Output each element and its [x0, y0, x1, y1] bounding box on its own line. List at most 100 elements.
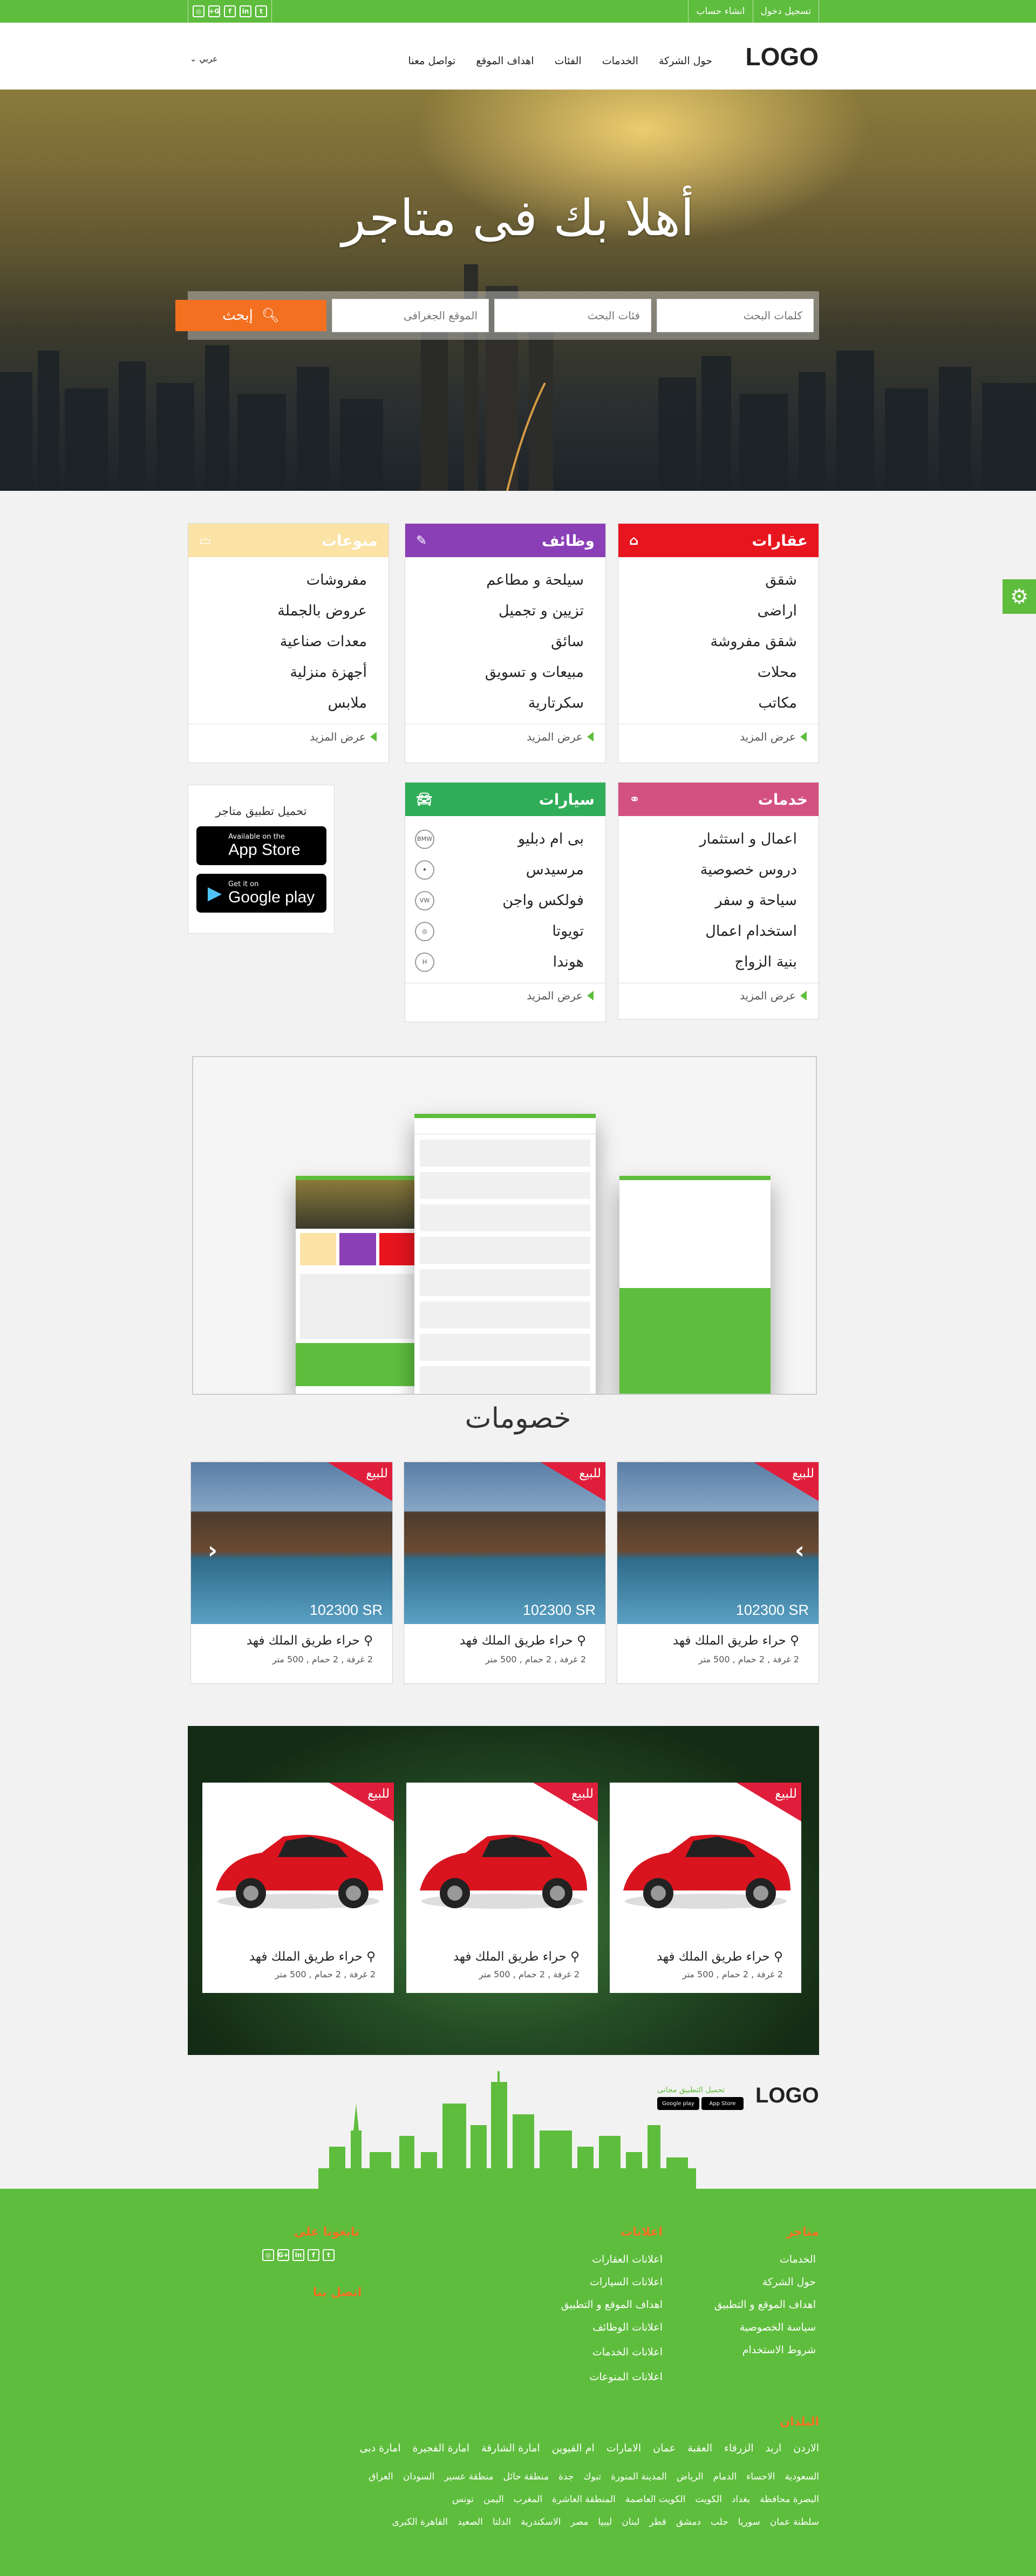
city-link[interactable]: الاردن: [793, 2442, 819, 2454]
city-link[interactable]: دمشق: [676, 2517, 701, 2527]
list-item[interactable]: اراضى: [618, 595, 797, 626]
city-link[interactable]: سوريا: [738, 2517, 760, 2527]
city-link[interactable]: ليبيا: [598, 2517, 612, 2527]
car-card[interactable]: للبيع ⚲ حراء طريق الملك فهد 2 غرفة , 2 حم…: [202, 1783, 394, 1993]
show-more-link[interactable]: عرض المزيد: [618, 983, 819, 1008]
twitter-icon[interactable]: t: [255, 5, 267, 17]
city-link[interactable]: الرياض: [677, 2471, 704, 2482]
city-link[interactable]: حلب: [711, 2517, 728, 2527]
footer-link[interactable]: اعلانات المنوعات: [589, 2371, 663, 2383]
list-item[interactable]: هوندا H: [405, 947, 584, 977]
listing-card[interactable]: للبيع 102300 SR ⚲ حراء طريق الملك فهد 2 غ…: [404, 1462, 606, 1684]
city-link[interactable]: الاسكندرية: [521, 2517, 561, 2527]
city-link[interactable]: مصر: [570, 2517, 588, 2527]
city-link[interactable]: السعودية: [785, 2471, 819, 2482]
list-item[interactable]: معدات صناعية: [188, 626, 367, 657]
location-input[interactable]: [332, 299, 489, 332]
register-link[interactable]: انشاء حساب: [688, 0, 752, 23]
city-link[interactable]: منطقة عسير: [444, 2471, 493, 2482]
google-plus-icon[interactable]: G+: [208, 5, 220, 17]
list-item[interactable]: محلات: [618, 657, 797, 688]
list-item[interactable]: سكرتارية: [405, 688, 584, 718]
list-item[interactable]: دروس خصوصية: [618, 854, 797, 885]
city-link[interactable]: اربد: [766, 2442, 782, 2454]
nav-about[interactable]: حول الشركة: [659, 55, 712, 67]
language-select[interactable]: عربي ⌄: [190, 54, 217, 64]
list-item[interactable]: مكاتب: [618, 688, 797, 718]
city-link[interactable]: تونس: [452, 2494, 474, 2505]
list-item[interactable]: بى ام دبليو BMW: [405, 824, 584, 854]
nav-contact[interactable]: تواصل معنا: [408, 55, 455, 67]
list-item[interactable]: اعمال و استثمار: [618, 824, 797, 854]
linkedin-icon[interactable]: in: [240, 5, 251, 17]
list-item[interactable]: مبيعات و تسويق: [405, 657, 584, 688]
twitter-icon[interactable]: t: [323, 2249, 335, 2261]
list-item[interactable]: سيلحة و مطاعم: [405, 565, 584, 595]
city-link[interactable]: الكويت العاصمة: [625, 2494, 686, 2505]
footer-link[interactable]: اعلانات العقارات: [592, 2253, 663, 2265]
google-plus-icon[interactable]: G+: [277, 2249, 289, 2261]
list-item[interactable]: شقق مفروشة: [618, 626, 797, 657]
city-link[interactable]: لبنان: [622, 2517, 639, 2527]
google-play-button[interactable]: ▶ Get it on Google play: [196, 874, 326, 913]
category-header-services[interactable]: خدمات ⚭: [618, 783, 819, 816]
city-link[interactable]: القاهرة الكبرى: [392, 2517, 447, 2527]
city-link[interactable]: ام القيوين: [552, 2442, 595, 2454]
car-card[interactable]: للبيع ⚲ حراء طريق الملك فهد 2 غرفة , 2 حم…: [406, 1783, 598, 1993]
category-input[interactable]: [494, 299, 651, 332]
site-logo[interactable]: LOGO: [746, 42, 819, 71]
listing-card[interactable]: للبيع 102300 SR ⚲ حراء طريق الملك فهد 2 غ…: [190, 1462, 393, 1684]
city-link[interactable]: الزرقاء: [724, 2442, 754, 2454]
list-item[interactable]: مرسيدس ✦: [405, 854, 584, 885]
city-link[interactable]: امارة دبى: [359, 2442, 400, 2454]
show-more-link[interactable]: عرض المزيد: [618, 724, 819, 749]
city-link[interactable]: البصرة محافظة: [760, 2494, 819, 2505]
city-link[interactable]: المنطقة العاشرة: [552, 2494, 616, 2505]
list-item[interactable]: عروض بالجملة: [188, 595, 367, 626]
list-item[interactable]: مفروشات: [188, 565, 367, 595]
footer-link[interactable]: اهداف الموقع و التطبيق: [561, 2299, 663, 2311]
app-store-button[interactable]: Available on the App Store: [196, 826, 326, 865]
footer-link[interactable]: حول الشركة: [762, 2276, 816, 2288]
carousel-prev-arrow[interactable]: ‹: [202, 1539, 223, 1563]
carousel-next-arrow[interactable]: ›: [789, 1539, 810, 1563]
city-link[interactable]: الصعيد: [458, 2517, 483, 2527]
facebook-icon[interactable]: f: [308, 2249, 319, 2261]
city-link[interactable]: الكويت: [695, 2494, 722, 2505]
search-button[interactable]: 🔍︎ إبحث: [175, 300, 326, 331]
city-link[interactable]: سلطنة عمان: [770, 2517, 819, 2527]
city-link[interactable]: العراق: [369, 2471, 393, 2482]
city-link[interactable]: الدمام: [713, 2471, 737, 2482]
footer-link[interactable]: سياسة الخصوصية: [740, 2321, 816, 2333]
login-link[interactable]: تسجيل دخول: [752, 0, 819, 23]
city-link[interactable]: المغرب: [514, 2494, 542, 2505]
list-item[interactable]: سياحة و سفر: [618, 885, 797, 916]
city-link[interactable]: اليمن: [483, 2494, 504, 2505]
list-item[interactable]: تويوتا ◎: [405, 916, 584, 947]
keywords-input[interactable]: [657, 299, 814, 332]
linkedin-icon[interactable]: in: [292, 2249, 304, 2261]
instagram-icon[interactable]: ◎: [193, 5, 205, 17]
nav-goals[interactable]: اهداف الموقع: [476, 55, 534, 67]
city-link[interactable]: المدينة المنورة: [611, 2471, 667, 2482]
city-link[interactable]: العقبة: [687, 2442, 712, 2454]
city-link[interactable]: جدة: [558, 2471, 574, 2482]
list-item[interactable]: استخدام اعمال: [618, 916, 797, 947]
nav-categories[interactable]: الفئات: [555, 55, 582, 67]
city-link[interactable]: امارة الفجيرة: [412, 2442, 469, 2454]
city-link[interactable]: الامارات: [606, 2442, 641, 2454]
list-item[interactable]: فولكس واجن VW: [405, 885, 584, 916]
footer-link[interactable]: اهداف الموقع و التطبيق: [714, 2299, 816, 2311]
category-header-jobs[interactable]: وظائف ✎: [405, 524, 605, 557]
city-link[interactable]: الدلتا: [493, 2517, 511, 2527]
footer-link[interactable]: اعلانات السيارات: [590, 2276, 663, 2288]
footer-link[interactable]: شروط الاستخدام: [742, 2344, 816, 2356]
footer-logo[interactable]: LOGO: [755, 2084, 819, 2108]
footer-contact-title[interactable]: اتصل بنا: [313, 2286, 362, 2299]
list-item[interactable]: تزيين و تجميل: [405, 595, 584, 626]
list-item[interactable]: شقق: [618, 565, 797, 595]
instagram-icon[interactable]: ◎: [262, 2249, 274, 2261]
list-item[interactable]: ملابس: [188, 688, 367, 718]
footer-link[interactable]: اعلانات الوظائف: [592, 2321, 663, 2333]
city-link[interactable]: الاحساء: [746, 2471, 775, 2482]
